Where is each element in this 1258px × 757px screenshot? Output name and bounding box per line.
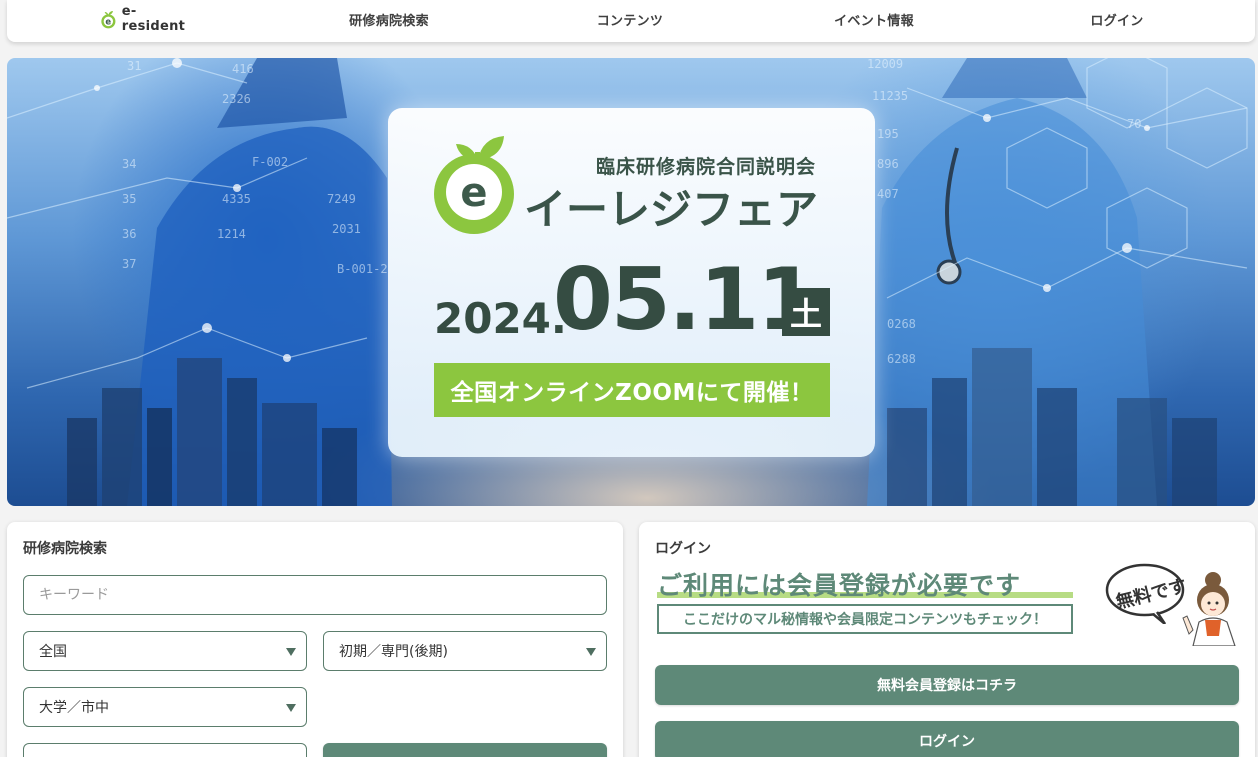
hero-banner[interactable]: 31 416 2326 F-002 4335 2031 34 35 36 37 B-001-2…	[7, 58, 1255, 506]
svg-text:12009: 12009	[867, 58, 903, 71]
detail-condition-button[interactable]	[23, 743, 307, 757]
login-button[interactable]: ログイン	[655, 721, 1239, 757]
chevron-down-icon	[286, 648, 296, 656]
keyword-input[interactable]	[23, 575, 607, 615]
chevron-down-icon	[286, 704, 296, 712]
svg-text:7249: 7249	[327, 192, 356, 206]
svg-text:e: e	[105, 16, 111, 26]
member-benefit-note: ここだけのマル秘情報や会員限定コンテンツもチェック！	[657, 604, 1073, 634]
svg-text:35: 35	[122, 192, 136, 206]
login-panel: ログイン ご利用には会員登録が必要です ここだけのマル秘情報や会員限定コンテンツ…	[639, 522, 1255, 757]
event-title: イーレジフェア	[524, 185, 819, 234]
svg-text:34: 34	[122, 157, 136, 171]
free-registration-button[interactable]: 無料会員登録はコチラ	[655, 665, 1239, 705]
event-year: 2024.	[434, 294, 567, 343]
nav-login[interactable]: ログイン	[1053, 0, 1181, 38]
svg-text:36: 36	[122, 227, 136, 241]
svg-text:195: 195	[877, 127, 899, 141]
hospital-type-select[interactable]: 大学／市中	[23, 687, 307, 727]
svg-text:6288: 6288	[887, 352, 916, 366]
svg-text:31: 31	[127, 59, 141, 73]
site-logo[interactable]: e e-resident	[99, 0, 199, 38]
registration-required-heading: ご利用には会員登録が必要です	[657, 571, 1022, 600]
svg-text:37: 37	[122, 257, 136, 271]
svg-text:B-001-2: B-001-2	[337, 262, 388, 276]
top-nav: e e-resident 研修病院検索 コンテンツ イベント情報 ログイン	[7, 0, 1255, 42]
event-subtitle: 臨床研修病院合同説明会	[596, 156, 817, 178]
svg-text:1214: 1214	[217, 227, 246, 241]
event-card: e 臨床研修病院合同説明会 イーレジフェア 2024. 05.11 土 全国オン…	[388, 108, 875, 457]
svg-text:896: 896	[877, 157, 899, 171]
e-resident-logo-icon: e	[101, 10, 116, 28]
logo-text: e-resident	[121, 4, 186, 34]
svg-text:2031: 2031	[332, 222, 361, 236]
event-online-banner: 全国オンラインZOOMにて開催！	[434, 363, 830, 417]
nav-contents[interactable]: コンテンツ	[567, 0, 693, 38]
svg-text:4335: 4335	[222, 192, 251, 206]
svg-text:11235: 11235	[872, 89, 908, 103]
login-panel-title: ログイン	[655, 541, 711, 557]
period-select[interactable]: 初期／専門(後期)	[323, 631, 607, 671]
event-day-of-week: 土	[782, 288, 830, 336]
svg-text:0268: 0268	[887, 317, 916, 331]
mascot-icon	[1182, 572, 1236, 646]
svg-text:70: 70	[1127, 117, 1141, 131]
svg-text:e: e	[460, 170, 487, 216]
search-submit-button[interactable]	[323, 743, 607, 757]
chevron-down-icon	[586, 648, 596, 656]
nav-event-info[interactable]: イベント情報	[810, 0, 938, 38]
sprout-logo-icon: e	[434, 136, 514, 234]
period-select-value: 初期／専門(後期)	[339, 644, 448, 660]
svg-text:F-002: F-002	[252, 155, 288, 169]
hospital-type-select-value: 大学／市中	[39, 700, 109, 716]
region-select-value: 全国	[39, 644, 67, 660]
svg-text:2326: 2326	[222, 92, 251, 106]
hospital-search-panel: 研修病院検索 全国 初期／専門(後期) 大学／市中	[7, 522, 623, 757]
search-panel-title: 研修病院検索	[23, 541, 107, 557]
event-month-day: 05.11	[553, 250, 817, 350]
nav-hospital-search[interactable]: 研修病院検索	[325, 0, 453, 38]
region-select[interactable]: 全国	[23, 631, 307, 671]
svg-text:416: 416	[232, 62, 254, 76]
svg-text:407: 407	[877, 187, 899, 201]
